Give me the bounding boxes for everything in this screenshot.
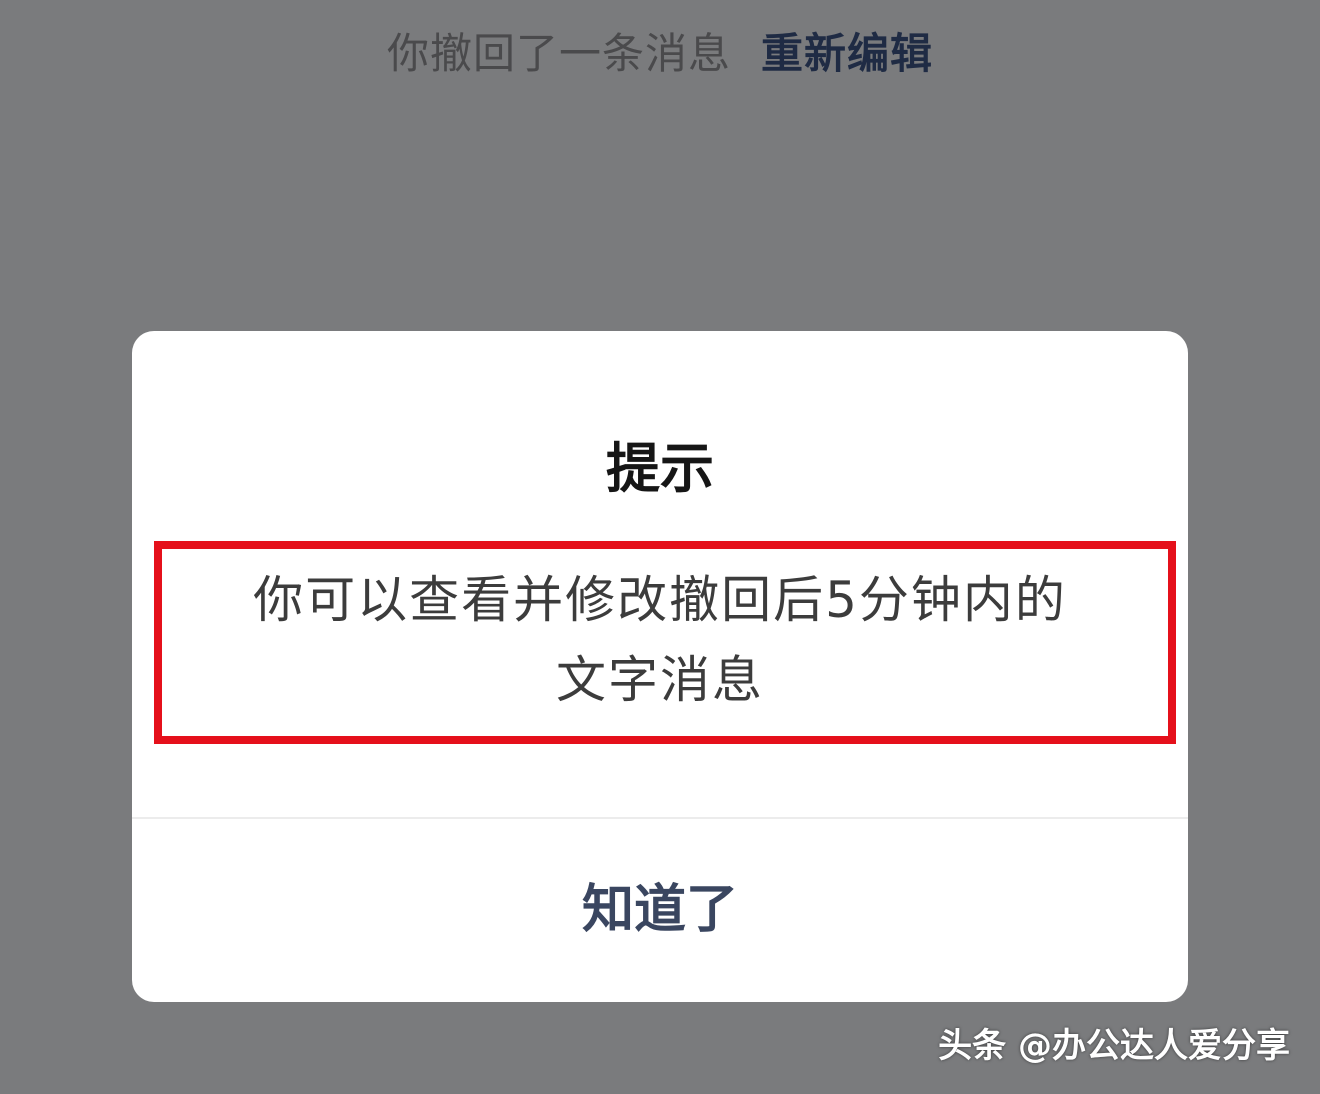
recall-notice-row: 你撤回了一条消息 重新编辑	[0, 26, 1320, 82]
confirm-button[interactable]: 知道了	[132, 819, 1188, 1002]
dialog-message-line-2: 文字消息	[556, 651, 764, 709]
dialog-message: 你可以查看并修改撤回后5分钟内的 文字消息	[160, 560, 1160, 720]
dialog-message-line-1: 你可以查看并修改撤回后5分钟内的	[253, 571, 1067, 629]
reedit-link[interactable]: 重新编辑	[761, 29, 933, 78]
dialog-title: 提示	[606, 437, 714, 500]
watermark-text: 头条 @办公达人爱分享	[938, 1026, 1290, 1066]
recall-notice-text: 你撤回了一条消息	[386, 29, 731, 78]
chat-screen: 你撤回了一条消息 重新编辑 提示 你可以查看并修改撤回后5分钟内的 文字消息 知道…	[0, 0, 1320, 1094]
